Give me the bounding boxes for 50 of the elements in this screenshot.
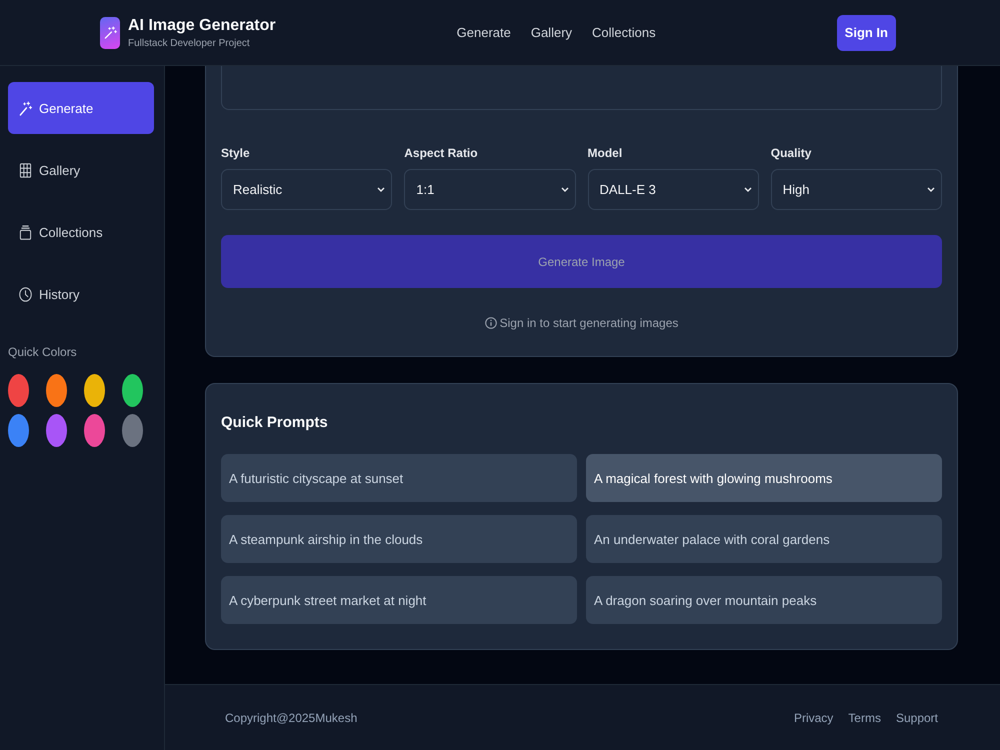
app-title: AI Image Generator	[128, 16, 276, 34]
chevron-down-icon	[560, 187, 568, 192]
section-label: Quick Colors	[8, 345, 78, 359]
magic-wand-icon	[19, 100, 32, 116]
section-title: Quick Prompts	[221, 414, 329, 432]
color-swatch-icon[interactable]	[8, 374, 29, 407]
field-label: Style	[221, 146, 251, 160]
magic-wand-logo-icon	[100, 16, 120, 48]
chevron-down-icon	[744, 187, 752, 192]
prompt-button[interactable]: A dragon soaring over mountain peaks	[586, 576, 942, 624]
copyright-text: Copyright@2025Mukesh	[225, 710, 358, 724]
dropdown[interactable]: High	[770, 169, 942, 210]
color-swatch-icon[interactable]	[122, 374, 143, 407]
footer-link[interactable]: Privacy	[794, 710, 834, 724]
color-swatch-icon[interactable]	[84, 414, 105, 447]
nav-link[interactable]: Collections	[592, 25, 656, 40]
stacked-box-icon	[19, 224, 32, 240]
nav-link[interactable]: Gallery	[530, 25, 572, 40]
dropdown[interactable]: 1:1	[404, 169, 576, 210]
field-label: Aspect Ratio	[404, 146, 479, 160]
sidebar-item[interactable]: History	[8, 268, 154, 320]
prompt-button[interactable]: An underwater palace with coral gardens	[586, 515, 942, 563]
prompt-button[interactable]: A steampunk airship in the clouds	[221, 515, 577, 563]
color-swatch-icon[interactable]	[46, 414, 67, 447]
clock-icon	[19, 286, 32, 302]
color-swatch-icon[interactable]	[8, 414, 29, 447]
field-label: Quality	[770, 146, 812, 160]
footer-link[interactable]: Terms	[848, 710, 881, 724]
grid-icon	[19, 162, 32, 178]
notice-text: Sign in to start generating images	[500, 316, 678, 330]
info-icon	[484, 317, 497, 329]
chevron-down-icon	[377, 187, 386, 192]
nav-link[interactable]: Generate	[456, 25, 511, 40]
prompt-button[interactable]: A futuristic cityscape at sunset	[221, 454, 577, 502]
footer-link[interactable]: Support	[896, 710, 938, 724]
prompt-button[interactable]: A magical forest with glowing mushrooms	[586, 454, 942, 502]
color-swatch-icon[interactable]	[122, 414, 143, 447]
dropdown[interactable]: DALL-E 3	[588, 169, 759, 210]
color-swatch-icon[interactable]	[84, 374, 105, 407]
sign-in-button[interactable]: Sign In	[836, 14, 896, 50]
prompt-field[interactable]	[221, 66, 942, 110]
app-subtitle: Fullstack Developer Project	[128, 38, 251, 48]
dropdown[interactable]: Realistic	[221, 169, 392, 210]
chevron-down-icon	[927, 187, 935, 192]
sidebar-item[interactable]: Collections	[8, 206, 154, 258]
prompt-button[interactable]: A cyberpunk street market at night	[221, 576, 577, 624]
field-label: Model	[588, 146, 624, 160]
color-swatch-icon[interactable]	[46, 374, 67, 407]
sidebar-item[interactable]: Gallery	[8, 144, 154, 196]
sidebar-item[interactable]: Generate	[8, 82, 154, 134]
